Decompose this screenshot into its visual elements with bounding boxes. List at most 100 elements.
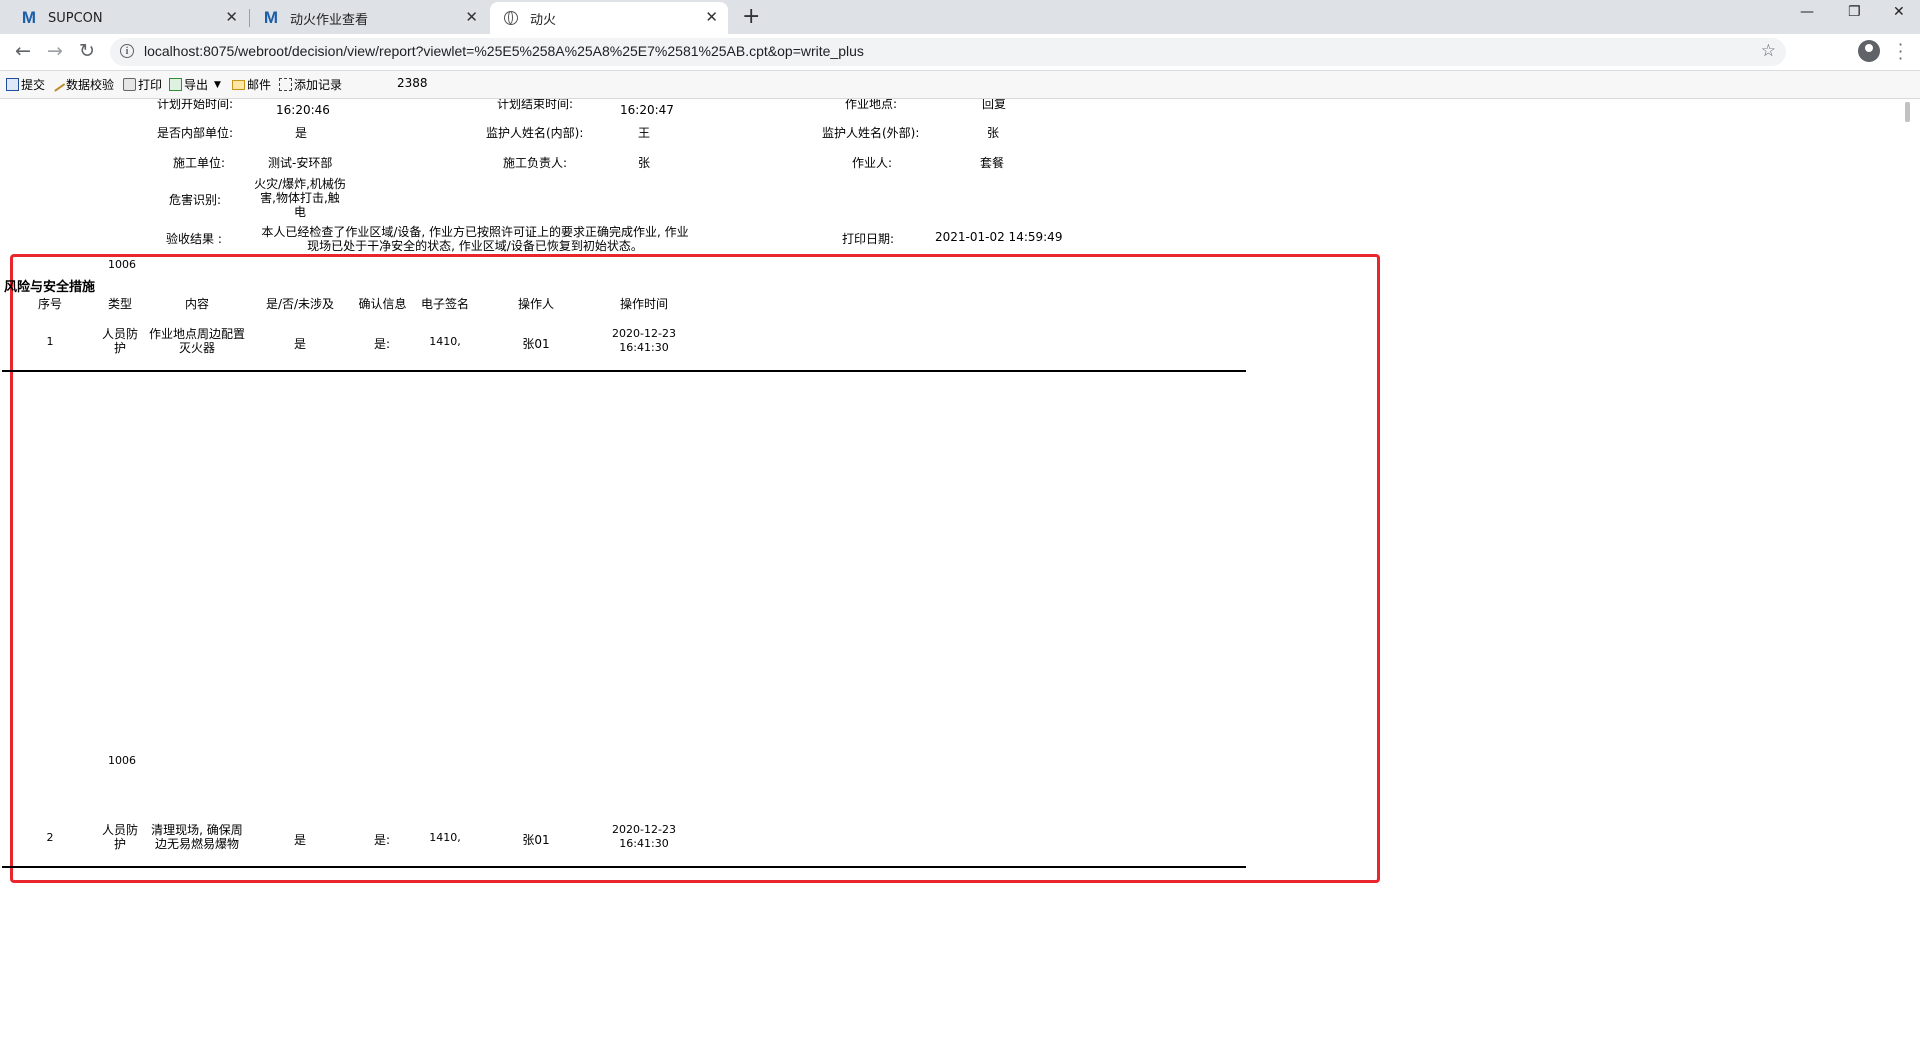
export-label: 导出 — [184, 78, 209, 92]
row-time: 2020-12-23 16:41:30 — [600, 327, 688, 355]
supcon-logo-icon: M — [21, 8, 37, 27]
validate-icon — [50, 77, 66, 92]
print-button[interactable]: 打印 — [123, 76, 162, 93]
row-content: 清理现场, 确保周 边无易燃易爆物 — [142, 823, 252, 851]
col-header-confirm: 确认信息 — [358, 297, 407, 311]
site-info-icon[interactable]: i — [120, 44, 134, 58]
row-yes-no: 是 — [293, 337, 306, 351]
guardian-internal-label: 监护人姓名(内部): — [486, 126, 584, 140]
restore-button[interactable]: ❐ — [1848, 4, 1861, 20]
internal-unit-value: 是 — [295, 126, 308, 140]
acceptance-label: 验收结果 : — [166, 232, 222, 246]
add-record-button[interactable]: 添加记录 — [279, 76, 342, 93]
mail-button[interactable]: 邮件 — [232, 76, 271, 93]
row-time-line: 16:41:30 — [619, 837, 669, 850]
row-code: 1006 — [108, 258, 136, 271]
col-header-yes-no: 是/否/未涉及 — [265, 297, 335, 311]
export-button[interactable]: 导出 ▼ — [169, 76, 221, 93]
guardian-external-label: 监护人姓名(外部): — [822, 126, 920, 140]
guardian-internal-value: 王 — [638, 126, 651, 140]
col-header-time: 操作时间 — [619, 297, 668, 311]
internal-unit-label: 是否内部单位: — [157, 126, 234, 140]
row-content-line: 边无易燃易爆物 — [154, 837, 239, 851]
browser-menu-icon[interactable]: · · · — [1898, 37, 1903, 67]
close-tab-icon[interactable]: ✕ — [225, 8, 238, 26]
row-time-line: 2020-12-23 — [612, 327, 676, 340]
vertical-scrollbar[interactable] — [1900, 99, 1920, 1040]
row-divider — [2, 866, 1246, 868]
chevron-down-icon[interactable]: ▼ — [214, 80, 221, 90]
globe-icon — [504, 11, 518, 25]
validate-label: 数据校验 — [66, 78, 115, 92]
add-record-icon — [279, 78, 292, 91]
print-date-label: 打印日期: — [842, 232, 895, 246]
row-operator: 张01 — [522, 337, 550, 351]
location-value: 回复 — [982, 99, 1007, 111]
validate-button[interactable]: 数据校验 — [50, 76, 115, 93]
row-confirm: 是: — [373, 337, 391, 351]
construction-unit-value: 测试-安环部 — [268, 156, 333, 170]
print-date-value: 2021-01-02 14:59:49 — [935, 230, 1063, 244]
supcon-logo-icon: M — [263, 8, 279, 27]
scrollbar-thumb[interactable] — [1905, 102, 1910, 122]
hazard-line: 害,物体打击,触 — [260, 191, 340, 205]
reload-icon[interactable]: ↻ — [79, 40, 95, 62]
construction-leader-value: 张 — [638, 156, 651, 170]
tab-title: SUPCON — [48, 10, 103, 26]
add-record-label: 添加记录 — [294, 78, 343, 92]
acceptance-value: 本人已经检查了作业区域/设备, 作业方已按照许可证上的要求正确完成作业, 作业 … — [240, 225, 710, 253]
save-icon — [6, 78, 19, 91]
printer-icon — [123, 78, 136, 91]
hazard-line: 电 — [293, 205, 306, 219]
back-arrow-icon[interactable]: ← — [15, 40, 31, 62]
row-content: 作业地点周边配置 灭火器 — [142, 327, 252, 355]
row-time-line: 16:41:30 — [619, 341, 669, 354]
guardian-external-value: 张 — [987, 126, 1000, 140]
submit-button[interactable]: 提交 — [6, 76, 45, 93]
forward-arrow-icon[interactable]: → — [47, 40, 63, 62]
plan-start-label: 计划开始时间: — [157, 99, 234, 111]
plan-end-time: 16:20:47 — [620, 103, 674, 117]
col-header-operator: 操作人 — [517, 297, 554, 311]
export-icon — [169, 78, 182, 91]
tab-supcon[interactable]: M SUPCON ✕ — [0, 2, 248, 34]
url-text[interactable]: localhost:8075/webroot/decision/view/rep… — [144, 43, 864, 59]
location-label: 作业地点: — [845, 99, 898, 111]
worker-value: 套餐 — [980, 156, 1005, 170]
tab-title: 动火 — [530, 12, 557, 28]
address-bar: ← → ↻ i localhost:8075/webroot/decision/… — [0, 34, 1920, 71]
hazard-label: 危害识别: — [169, 193, 222, 207]
row-content-line: 作业地点周边配置 — [148, 327, 245, 341]
col-header-signature: 电子签名 — [420, 297, 469, 311]
row-time-line: 2020-12-23 — [612, 823, 676, 836]
record-count: 2388 — [397, 76, 428, 90]
acceptance-line: 现场已处于干净安全的状态, 作业区域/设备已恢复到初始状态。 — [307, 239, 643, 253]
tab-title: 动火作业查看 — [290, 12, 369, 28]
submit-label: 提交 — [21, 78, 46, 92]
row-signature: 1410, — [429, 831, 461, 844]
tab-hotwork-view[interactable]: M 动火作业查看 ✕ — [250, 2, 488, 34]
close-window-button[interactable]: ✕ — [1893, 4, 1905, 20]
section-title: 风险与安全措施 — [4, 280, 96, 295]
row-signature: 1410, — [429, 335, 461, 348]
profile-avatar-icon[interactable] — [1858, 40, 1880, 62]
tab-hotwork[interactable]: 动火 ✕ — [490, 2, 728, 34]
mail-label: 邮件 — [247, 78, 272, 92]
bookmark-star-icon[interactable]: ☆ — [1761, 41, 1776, 61]
row-code: 1006 — [108, 754, 136, 767]
row-time: 2020-12-23 16:41:30 — [600, 823, 688, 851]
row-content-line: 灭火器 — [178, 341, 215, 355]
row-seq: 1 — [46, 335, 54, 348]
row-type-line: 人员防 — [101, 327, 138, 341]
url-field[interactable]: i localhost:8075/webroot/decision/view/r… — [110, 38, 1786, 66]
close-tab-icon[interactable]: ✕ — [465, 8, 478, 26]
worker-label: 作业人: — [852, 156, 893, 170]
col-header-seq: 序号 — [37, 297, 62, 311]
row-type: 人员防 护 — [96, 327, 144, 355]
new-tab-button[interactable]: + — [742, 4, 760, 29]
minimize-button[interactable]: — — [1800, 4, 1814, 20]
row-divider — [2, 370, 1246, 372]
close-tab-icon[interactable]: ✕ — [705, 8, 718, 26]
row-operator: 张01 — [522, 833, 550, 847]
plan-end-label: 计划结束时间: — [497, 99, 574, 111]
